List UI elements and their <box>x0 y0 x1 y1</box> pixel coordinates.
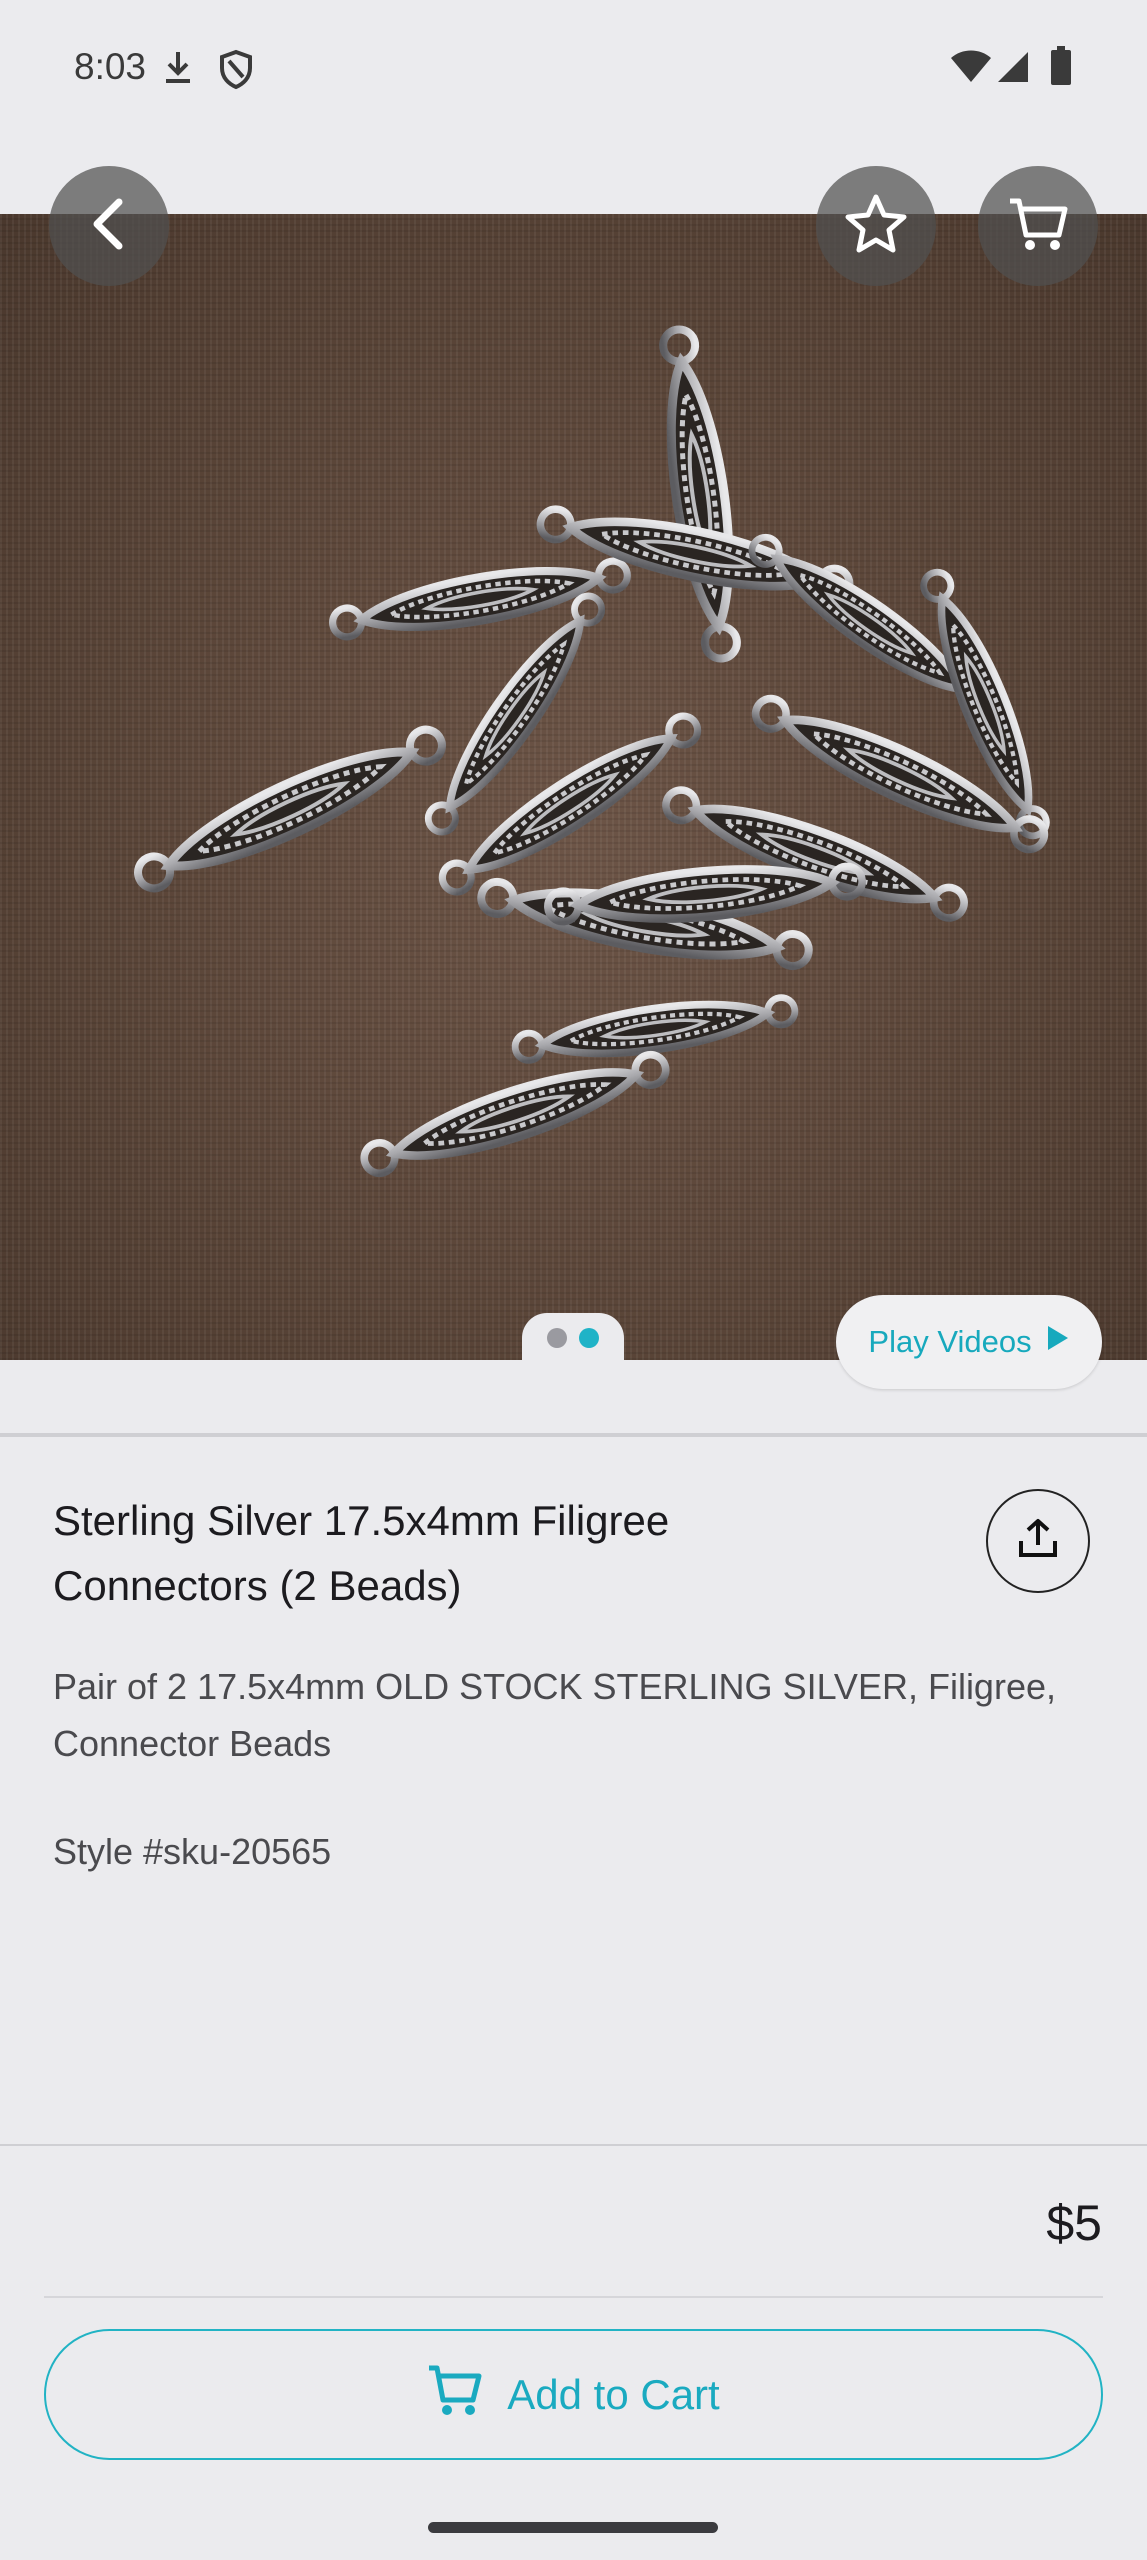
carousel-dot[interactable] <box>547 1328 567 1348</box>
signal-icon <box>996 50 1030 89</box>
play-videos-button[interactable]: Play Videos <box>836 1295 1102 1389</box>
carousel-indicator <box>522 1313 624 1363</box>
favorite-button[interactable] <box>816 166 936 286</box>
product-title: Sterling Silver 17.5x4mm Filigree Connec… <box>53 1497 670 1609</box>
product-image[interactable] <box>0 214 1147 1360</box>
bottom-divider <box>0 2144 1147 2146</box>
battery-icon <box>1050 46 1072 91</box>
chevron-left-icon <box>87 198 131 255</box>
share-button[interactable] <box>986 1489 1090 1593</box>
status-bar: 8:03 <box>0 0 1147 140</box>
add-to-cart-label: Add to Cart <box>507 2370 720 2418</box>
cart-icon <box>1007 195 1069 258</box>
home-indicator[interactable] <box>428 2522 718 2533</box>
product-style-sku: Style #sku-20565 <box>53 1831 332 1872</box>
status-time: 8:03 <box>74 46 147 87</box>
shield-icon <box>218 48 254 95</box>
share-icon <box>1016 1517 1060 1566</box>
carousel-dot-active[interactable] <box>579 1328 599 1348</box>
cart-button[interactable] <box>978 166 1098 286</box>
product-description: Pair of 2 17.5x4mm OLD STOCK STERLING SI… <box>53 1666 1056 1764</box>
back-button[interactable] <box>49 166 169 286</box>
silver-beads-illustration <box>0 214 1147 1360</box>
play-icon <box>1046 1324 1070 1360</box>
add-to-cart-button[interactable]: Add to Cart <box>44 2329 1103 2460</box>
star-icon <box>844 193 908 260</box>
product-price: $5 <box>1046 2195 1102 2251</box>
play-videos-label: Play Videos <box>868 1324 1032 1359</box>
section-divider <box>0 1433 1147 1437</box>
cart-icon <box>427 2363 483 2427</box>
wifi-icon <box>950 50 992 89</box>
download-icon <box>160 48 196 93</box>
price-divider <box>44 2296 1103 2298</box>
